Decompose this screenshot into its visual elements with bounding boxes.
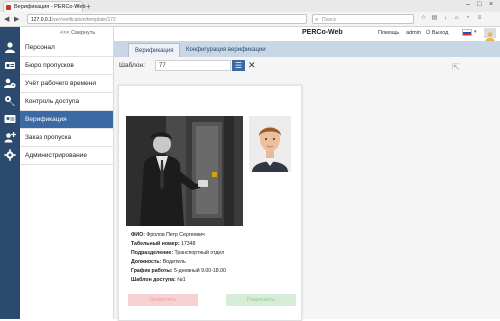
browser-search-input[interactable]: ⌕ Поиск (312, 14, 414, 24)
minimize-icon[interactable]: – (466, 1, 470, 8)
template-input[interactable]: 77 (155, 60, 231, 71)
schedule-value: 5-дневный 9.00-18.00 (174, 268, 226, 274)
home-icon[interactable]: ⌂ (453, 15, 460, 22)
download-icon[interactable]: ↓ (442, 15, 449, 22)
verification-icon[interactable] (4, 113, 16, 125)
tab-verification[interactable]: Верификация (128, 43, 181, 57)
chat-icon[interactable]: ◔ (464, 15, 471, 22)
close-icon: ✕ (248, 60, 256, 70)
address-bar[interactable]: 127.0.0.1/ver/verification/template/172 (27, 14, 307, 24)
username-link[interactable]: admin (406, 30, 421, 36)
department-value: Транспортный отдел (174, 250, 225, 256)
access-template-label: Шаблон доступа: (131, 277, 176, 283)
key-icon[interactable] (4, 95, 16, 107)
tab-verification-config[interactable]: Конфигурация верификации (180, 43, 272, 57)
search-icon: ⌕ (315, 17, 319, 23)
logout-label: Выход (431, 30, 449, 36)
info-access-template: Шаблон доступа: №1 (131, 277, 186, 283)
gear-icon[interactable] (4, 149, 16, 161)
back-icon[interactable]: ◀ (4, 15, 9, 23)
collapse-sidebar-link[interactable]: <<< Свернуть (60, 30, 95, 36)
menu-icon[interactable]: ≡ (476, 15, 483, 22)
schedule-label: График работы: (131, 268, 173, 274)
sidebar-item-pass-office[interactable]: Бюро пропусков (20, 57, 113, 75)
info-name: ФИО: Фролов Петр Сергеевич (131, 232, 205, 238)
tab-number-value: 17348 (181, 241, 196, 247)
logout-icon: ⏻ (426, 30, 431, 36)
add-user-icon[interactable] (4, 131, 17, 143)
search-placeholder: Поиск (322, 17, 336, 23)
favicon-icon (6, 5, 11, 10)
list-icon: ☰ (234, 61, 243, 70)
camera-snapshot (126, 116, 243, 226)
bookmarks-icon[interactable]: ▤ (431, 15, 438, 22)
browser-tab[interactable]: Верификация - PERCo-Web × (3, 1, 86, 12)
info-position: Должность: Водитель (131, 259, 186, 265)
template-label: Шаблон: (119, 62, 145, 69)
url-host: 127.0.0.1 (31, 17, 52, 23)
sidebar-item-access-control[interactable]: Контроль доступа (20, 93, 113, 111)
new-tab-button[interactable]: + (86, 2, 91, 11)
avatar[interactable] (484, 28, 496, 41)
brand-title: PERCo-Web (302, 29, 343, 36)
external-link-icon[interactable]: ⇱ (452, 62, 460, 73)
maximize-icon[interactable]: □ (477, 1, 481, 8)
sidebar-item-verification[interactable]: Верификация (20, 111, 113, 129)
help-link[interactable]: Помощь (378, 30, 399, 36)
language-dropdown-icon[interactable]: ▾ (474, 29, 477, 35)
sidebar-item-time-tracking[interactable]: Учёт рабочего времени (20, 75, 113, 93)
user-icon[interactable] (4, 41, 16, 53)
reject-button[interactable]: Запретить (128, 294, 198, 306)
template-list-button[interactable]: ☰ (232, 60, 245, 71)
sidebar-item-pass-order[interactable]: Заказ пропуска (20, 129, 113, 147)
tab-number-label: Табельный номер: (131, 241, 180, 247)
position-value: Водитель (162, 259, 186, 265)
badge-icon[interactable] (4, 59, 16, 71)
position-label: Должность: (131, 259, 162, 265)
name-value: Фролов Петр Сергеевич (146, 232, 205, 238)
forward-icon[interactable]: ▶ (14, 15, 19, 23)
sidebar-item-administration[interactable]: Администрирование (20, 147, 113, 165)
department-label: Подразделение: (131, 250, 174, 256)
logout-link[interactable]: ⏻ Выход (426, 30, 448, 37)
clear-template-button[interactable]: ✕ (248, 60, 256, 71)
accept-button[interactable]: Разрешить (226, 294, 296, 306)
info-department: Подразделение: Транспортный отдел (131, 250, 224, 256)
bookmark-star-icon[interactable]: ☆ (420, 15, 427, 22)
info-tab-number: Табельный номер: 17348 (131, 241, 195, 247)
sidebar-item-personnel[interactable]: Персонал (20, 39, 113, 57)
url-path: /ver/verification/template/172 (51, 17, 116, 23)
employee-photo (249, 116, 291, 172)
name-label: ФИО: (131, 232, 145, 238)
language-flag-icon[interactable] (462, 29, 472, 36)
clock-icon[interactable] (4, 77, 16, 89)
info-schedule: График работы: 5-дневный 9.00-18.00 (131, 268, 226, 274)
window-close-icon[interactable]: × (489, 1, 493, 8)
access-template-value: №1 (177, 277, 186, 283)
